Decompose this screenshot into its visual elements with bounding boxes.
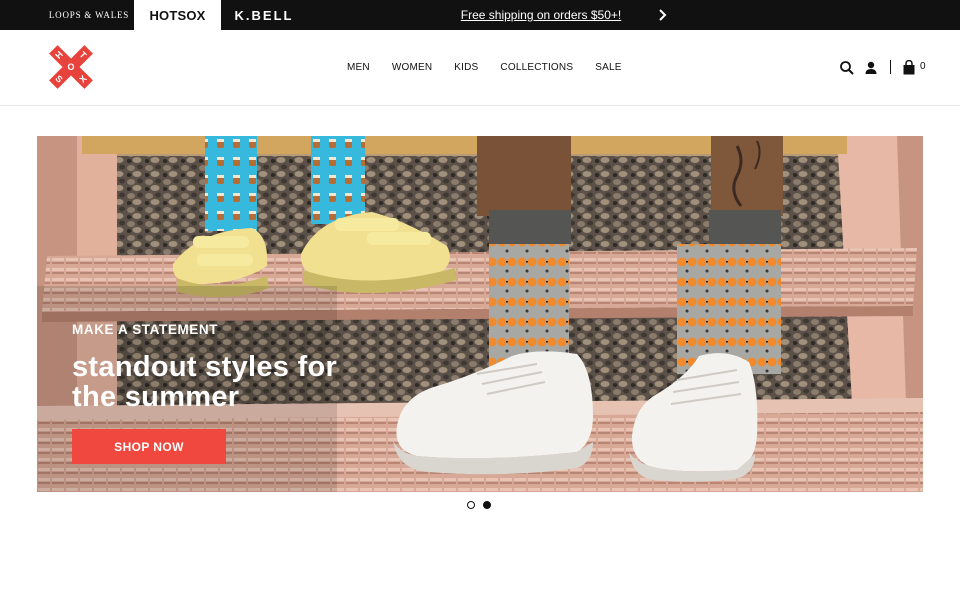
- logo-letter: O: [67, 62, 74, 72]
- free-shipping-link[interactable]: Free shipping on orders $50+!: [446, 0, 636, 30]
- nav-women[interactable]: WOMEN: [392, 62, 432, 73]
- brand-bar: LOOPS & WALES HOTSOX K.BELL Free shippin…: [0, 0, 960, 30]
- nav-kids[interactable]: KIDS: [454, 62, 478, 73]
- header-divider: [890, 60, 891, 74]
- nav-sale[interactable]: SALE: [595, 62, 621, 73]
- hero-kicker: MAKE A STATEMENT: [72, 322, 219, 337]
- hero-headline: standout styles for the summer: [72, 351, 338, 413]
- chevron-right-icon[interactable]: [652, 6, 672, 24]
- nav-men[interactable]: MEN: [347, 62, 370, 73]
- account-icon[interactable]: [863, 60, 879, 76]
- carousel-dot-1[interactable]: [467, 501, 475, 509]
- main-nav: MEN WOMEN KIDS COLLECTIONS SALE: [337, 30, 622, 104]
- brand-tab-hotsox[interactable]: HOTSOX: [134, 0, 221, 30]
- carousel-dots: [467, 501, 491, 509]
- brand-tab-kbell[interactable]: K.BELL: [222, 0, 306, 30]
- hotsox-logo[interactable]: H O T S X: [44, 40, 98, 94]
- carousel-dot-2[interactable]: [483, 501, 491, 509]
- shop-now-button[interactable]: SHOP NOW: [72, 429, 226, 464]
- brand-tab-loops-wales[interactable]: LOOPS & WALES: [44, 0, 134, 30]
- shopping-bag-icon[interactable]: [901, 60, 917, 76]
- hero-banner[interactable]: MAKE A STATEMENT standout styles for the…: [37, 136, 923, 492]
- nav-collections[interactable]: COLLECTIONS: [500, 62, 573, 73]
- cart-count[interactable]: 0: [920, 61, 926, 72]
- search-icon[interactable]: [839, 60, 855, 76]
- site-header: H O T S X MEN WOMEN KIDS COLLECTIONS SAL…: [0, 30, 960, 106]
